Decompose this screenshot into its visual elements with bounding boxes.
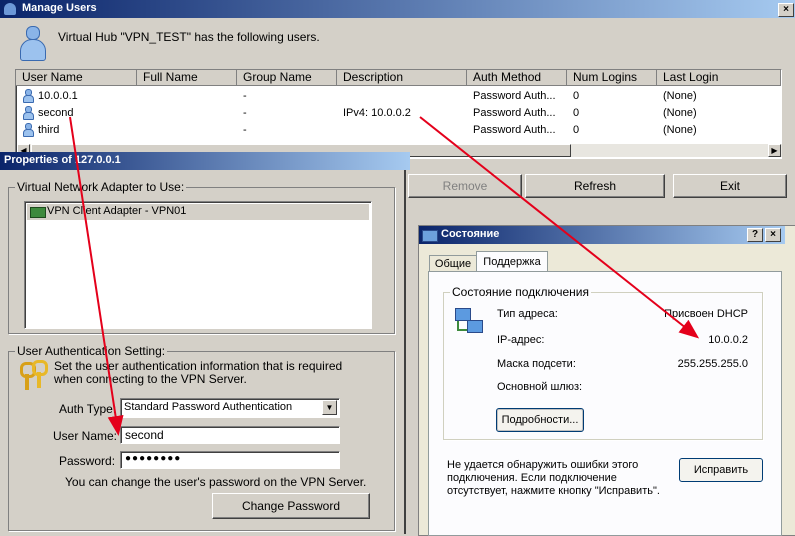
annotation-arrows xyxy=(69,116,700,436)
annotation-arrow-username xyxy=(69,116,124,436)
annotation-arrow-ip xyxy=(419,116,700,339)
